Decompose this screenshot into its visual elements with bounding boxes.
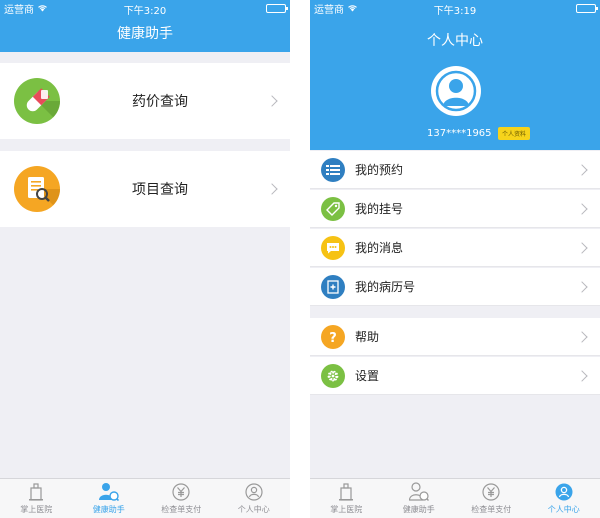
- item-query-label: 项目查询: [132, 182, 188, 198]
- chevron-right-icon: [576, 369, 588, 382]
- menu-label: 我的消息: [355, 241, 404, 255]
- chevron-right-icon: [576, 241, 588, 254]
- tab-label: 健康助手: [92, 505, 125, 514]
- chevron-right-icon: [266, 95, 278, 107]
- menu-my-messages[interactable]: 我的消息: [310, 229, 600, 267]
- status-time: 下午3:19: [433, 6, 477, 17]
- status-time: 下午3:20: [123, 6, 167, 17]
- page-title: 健康助手: [117, 26, 173, 42]
- menu-label: 帮助: [355, 330, 380, 344]
- tab-personal-center[interactable]: 个人中心: [218, 479, 291, 518]
- profile-header: 运营商 下午3:19 个人中心 137****1965 个人资料: [310, 0, 600, 150]
- message-icon: [321, 235, 345, 260]
- health-assistant-icon: [408, 482, 429, 502]
- tab-label: 检查单支付: [471, 505, 512, 514]
- tab-health-assistant[interactable]: 健康助手: [73, 479, 146, 518]
- tab-hospital[interactable]: 掌上医院: [310, 479, 383, 518]
- menu-label: 我的挂号: [355, 202, 404, 216]
- chevron-right-icon: [576, 202, 588, 215]
- health-assistant-screen: 运营商 下午3:20 健康助手 药价查询 项目查询 掌上医院 健康助手 检查单支…: [0, 0, 290, 518]
- tab-label: 掌上医院: [20, 505, 53, 514]
- page-title: 个人中心: [427, 33, 483, 49]
- document-search-icon: [14, 166, 60, 212]
- svg-text:?: ?: [329, 331, 337, 344]
- personal-center-screen: 运营商 下午3:19 个人中心 137****1965 个人资料 我的预约 我的…: [310, 0, 600, 518]
- battery-icon: [266, 3, 288, 13]
- avatar[interactable]: [431, 66, 481, 116]
- pill-icon: [14, 78, 60, 124]
- battery-icon: [576, 3, 598, 13]
- yuan-icon: [481, 482, 501, 502]
- menu-label: 设置: [355, 369, 380, 383]
- item-query-row[interactable]: 项目查询: [0, 151, 290, 227]
- status-bar: 运营商 下午3:20: [0, 0, 290, 17]
- help-icon: ?: [321, 324, 345, 349]
- status-bar: 运营商 下午3:19: [310, 0, 600, 17]
- menu-label: 我的预约: [355, 163, 404, 177]
- header: 运营商 下午3:20 健康助手: [0, 0, 290, 52]
- yuan-icon: [171, 482, 191, 502]
- tab-bar: 掌上医院 健康助手 检查单支付 个人中心: [0, 478, 290, 518]
- tag-icon: [321, 196, 345, 221]
- tab-personal-center[interactable]: 个人中心: [528, 479, 600, 518]
- chevron-right-icon: [576, 163, 588, 176]
- tab-health-assistant[interactable]: 健康助手: [383, 479, 456, 518]
- health-assistant-icon: [98, 482, 119, 502]
- tab-label: 检查单支付: [161, 505, 202, 514]
- phone-number: 137****1965: [427, 128, 492, 139]
- list-icon: [321, 157, 345, 182]
- tab-payment[interactable]: 检查单支付: [455, 479, 528, 518]
- tab-bar: 掌上医院 健康助手 检查单支付 个人中心: [310, 478, 600, 518]
- menu-my-registrations[interactable]: 我的挂号: [310, 190, 600, 228]
- profile-badge-button[interactable]: 个人资料: [498, 127, 531, 140]
- chevron-right-icon: [576, 330, 588, 343]
- user-avatar-icon: [435, 70, 477, 112]
- chevron-right-icon: [576, 280, 588, 293]
- menu-settings[interactable]: 设置: [310, 357, 600, 395]
- menu-my-medical-record[interactable]: 我的病历号: [310, 268, 600, 306]
- drug-price-query-row[interactable]: 药价查询: [0, 63, 290, 139]
- chevron-right-icon: [266, 183, 278, 195]
- tab-payment[interactable]: 检查单支付: [145, 479, 218, 518]
- hospital-icon: [26, 482, 46, 502]
- drug-price-query-label: 药价查询: [132, 94, 188, 110]
- tab-label: 个人中心: [237, 505, 270, 514]
- tab-hospital[interactable]: 掌上医院: [0, 479, 73, 518]
- tab-label: 掌上医院: [330, 505, 363, 514]
- medical-record-icon: [321, 274, 345, 299]
- menu-label: 我的病历号: [355, 280, 416, 294]
- tab-label: 健康助手: [402, 505, 435, 514]
- person-icon: [554, 482, 574, 502]
- menu-help[interactable]: ? 帮助: [310, 318, 600, 356]
- gear-icon: [321, 363, 345, 388]
- tab-label: 个人中心: [547, 505, 580, 514]
- person-icon: [244, 482, 264, 502]
- menu-my-appointments[interactable]: 我的预约: [310, 151, 600, 189]
- hospital-icon: [336, 482, 356, 502]
